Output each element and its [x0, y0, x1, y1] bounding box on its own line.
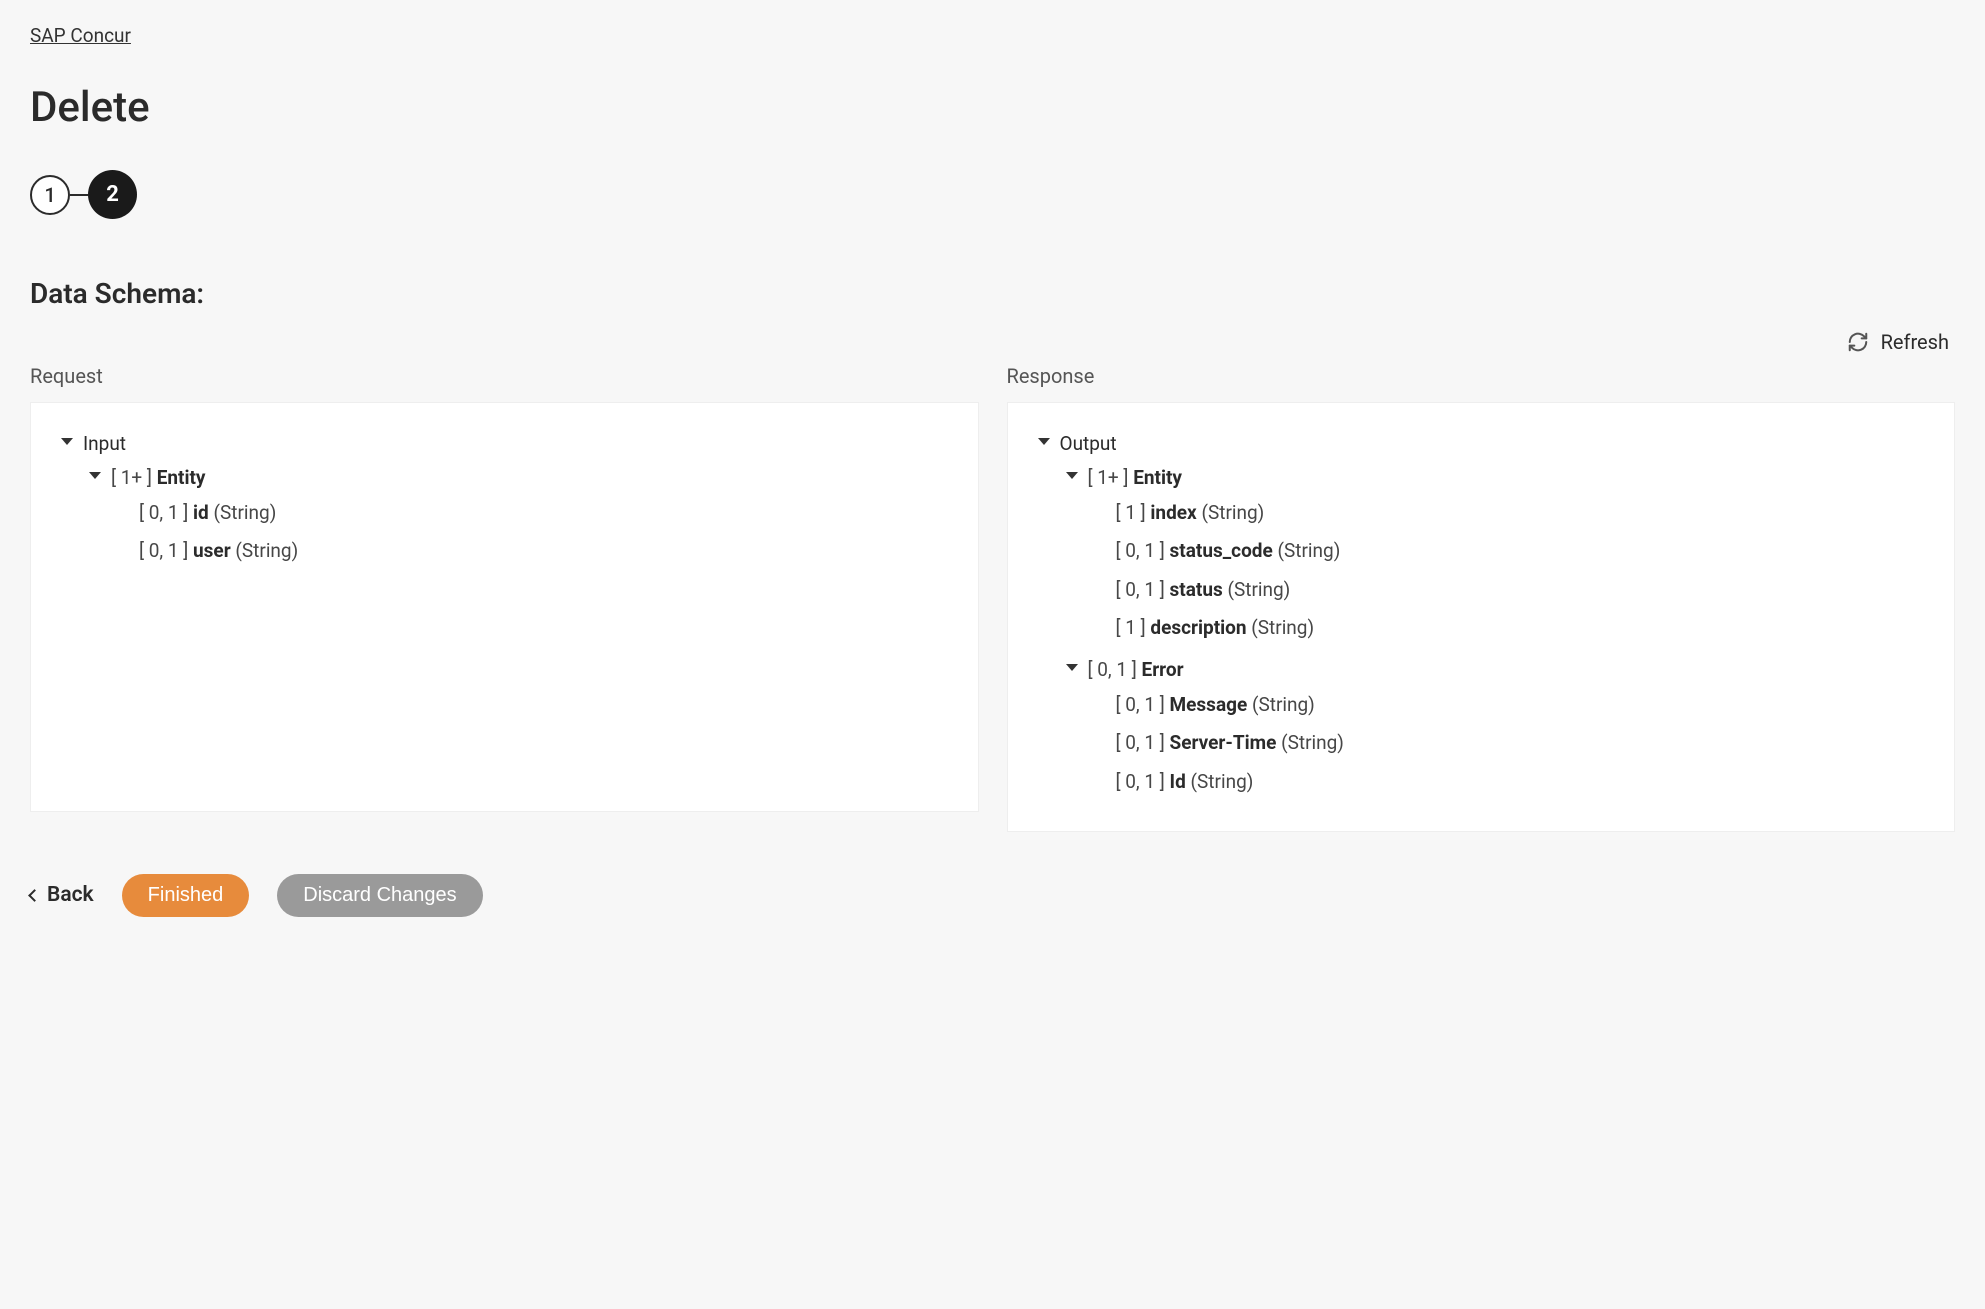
- field-name: user: [193, 539, 231, 562]
- field-type: (String): [1277, 539, 1340, 562]
- tree-node-label: Entity: [1133, 466, 1182, 489]
- tree-leaf: [ 0, 1 ] Server-Time (String): [1088, 724, 1931, 762]
- cardinality-label: [ 1 ]: [1116, 616, 1146, 639]
- tree-leaf: [ 0, 1 ] id (String): [111, 494, 954, 532]
- response-header: Response: [1007, 364, 1956, 388]
- field-name: index: [1150, 501, 1196, 524]
- tree-leaf: [ 0, 1 ] status (String): [1088, 571, 1931, 609]
- tree-node-label: Error: [1142, 658, 1184, 681]
- response-panel: Output [ 1+ ] Entity [ 1 ]: [1007, 402, 1956, 832]
- cardinality-label: [ 0, 1 ]: [1088, 658, 1137, 681]
- field-type: (String): [1251, 616, 1314, 639]
- request-panel: Input [ 1+ ] Entity [ 0, 1 ]: [30, 402, 979, 812]
- finished-button[interactable]: Finished: [122, 874, 250, 917]
- cardinality-label: [ 0, 1 ]: [1116, 539, 1165, 562]
- field-name: description: [1150, 616, 1246, 639]
- tree-leaf: [ 0, 1 ] status_code (String): [1088, 532, 1931, 570]
- refresh-label: Refresh: [1881, 330, 1949, 354]
- tree-node-input[interactable]: Input [ 1+ ] Entity [ 0, 1 ]: [55, 425, 954, 579]
- wizard-stepper: 1 2: [30, 170, 1955, 219]
- cardinality-label: [ 0, 1 ]: [1116, 693, 1165, 716]
- discard-changes-button[interactable]: Discard Changes: [277, 874, 482, 917]
- step-2[interactable]: 2: [88, 170, 137, 219]
- back-button[interactable]: Back: [30, 883, 94, 907]
- tree-node-label: Entity: [157, 466, 206, 489]
- tree-leaf: [ 0, 1 ] user (String): [111, 532, 954, 570]
- cardinality-label: [ 0, 1 ]: [1116, 731, 1165, 754]
- tree-leaf: [ 1 ] index (String): [1088, 494, 1931, 532]
- tree-node-label: Output: [1060, 432, 1117, 455]
- page-title: Delete: [30, 83, 1955, 132]
- tree-node-error[interactable]: [ 0, 1 ] Error [ 0, 1 ] Message: [1060, 651, 1931, 805]
- tree-leaf: [ 0, 1 ] Id (String): [1088, 763, 1931, 801]
- cardinality-label: [ 1 ]: [1116, 501, 1146, 524]
- back-label: Back: [47, 883, 94, 907]
- field-name: status: [1170, 578, 1223, 601]
- chevron-left-icon: [28, 889, 41, 902]
- tree-node-output[interactable]: Output [ 1+ ] Entity [ 1 ]: [1032, 425, 1931, 809]
- step-connector: [70, 194, 88, 196]
- request-header: Request: [30, 364, 979, 388]
- field-name: Id: [1170, 770, 1186, 793]
- cardinality-label: [ 1+ ]: [111, 466, 152, 489]
- field-name: id: [193, 501, 209, 524]
- breadcrumb-link[interactable]: SAP Concur: [30, 24, 131, 47]
- field-type: (String): [1281, 731, 1344, 754]
- section-title: Data Schema:: [30, 277, 1955, 310]
- field-type: (String): [1201, 501, 1264, 524]
- cardinality-label: [ 0, 1 ]: [139, 501, 188, 524]
- field-name: Server-Time: [1170, 731, 1277, 754]
- field-type: (String): [1227, 578, 1290, 601]
- field-type: (String): [1191, 770, 1254, 793]
- cardinality-label: [ 0, 1 ]: [139, 539, 188, 562]
- response-tree: Output [ 1+ ] Entity [ 1 ]: [1032, 425, 1931, 809]
- field-name: Message: [1170, 693, 1248, 716]
- field-type: (String): [213, 501, 276, 524]
- tree-node-entity[interactable]: [ 1+ ] Entity [ 1 ] index: [1060, 459, 1931, 651]
- field-name: status_code: [1170, 539, 1273, 562]
- tree-node-entity[interactable]: [ 1+ ] Entity [ 0, 1 ] id: [83, 459, 954, 574]
- cardinality-label: [ 0, 1 ]: [1116, 578, 1165, 601]
- cardinality-label: [ 0, 1 ]: [1116, 770, 1165, 793]
- step-1[interactable]: 1: [30, 175, 70, 215]
- field-type: (String): [1252, 693, 1315, 716]
- refresh-icon: [1847, 331, 1869, 353]
- request-tree: Input [ 1+ ] Entity [ 0, 1 ]: [55, 425, 954, 579]
- tree-leaf: [ 0, 1 ] Message (String): [1088, 686, 1931, 724]
- refresh-button[interactable]: Refresh: [30, 330, 1955, 354]
- tree-leaf: [ 1 ] description (String): [1088, 609, 1931, 647]
- cardinality-label: [ 1+ ]: [1088, 466, 1129, 489]
- tree-node-label: Input: [83, 432, 126, 455]
- field-type: (String): [235, 539, 298, 562]
